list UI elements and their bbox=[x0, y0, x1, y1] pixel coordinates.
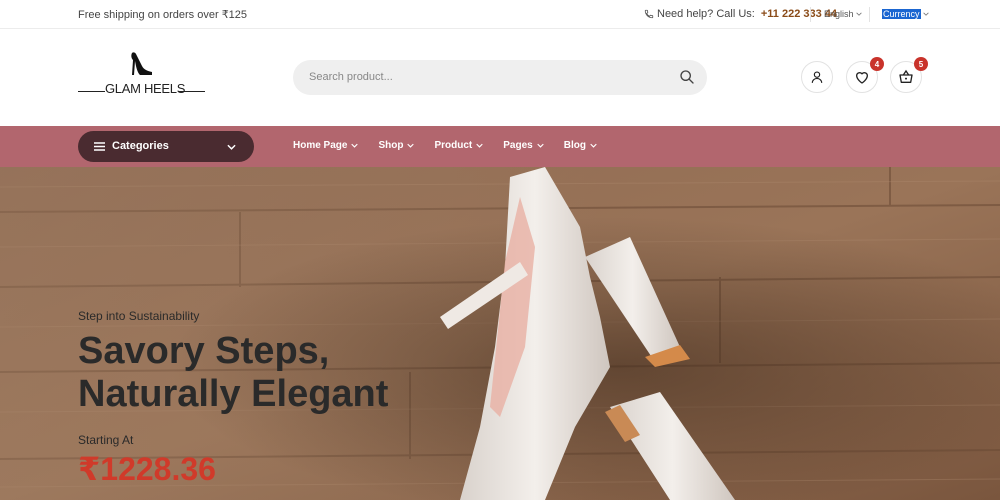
basket-icon bbox=[899, 69, 913, 83]
search-bar[interactable]: Search product... bbox=[293, 60, 707, 95]
nav-links: Home Page Shop Product Pages Blog bbox=[293, 140, 617, 151]
hero-kicker: Step into Sustainability bbox=[78, 309, 200, 323]
cart-button[interactable]: 5 bbox=[890, 57, 928, 93]
account-button[interactable] bbox=[801, 61, 833, 93]
wishlist-count-badge: 4 bbox=[870, 57, 884, 71]
categories-label: Categories bbox=[112, 140, 169, 152]
chevron-down-icon bbox=[855, 12, 862, 16]
chevron-down-icon bbox=[922, 12, 929, 16]
categories-button[interactable]: Categories bbox=[78, 131, 254, 162]
wishlist-button[interactable]: 4 bbox=[846, 57, 884, 93]
chevron-down-icon bbox=[590, 143, 597, 148]
nav-item-blog[interactable]: Blog bbox=[564, 140, 597, 151]
nav-item-shop[interactable]: Shop bbox=[378, 140, 415, 151]
nav-item-label: Product bbox=[434, 140, 473, 151]
nav-item-home-page[interactable]: Home Page bbox=[293, 140, 359, 151]
chevron-down-icon bbox=[537, 143, 544, 148]
help-text: Need help? Call Us: bbox=[657, 8, 755, 20]
starting-at-label: Starting At bbox=[78, 433, 134, 447]
nav-item-product[interactable]: Product bbox=[434, 140, 483, 151]
site-header: GLAM HEELS Search product... 4 5 bbox=[0, 29, 1000, 126]
nav-item-pages[interactable]: Pages bbox=[503, 140, 544, 151]
search-icon[interactable] bbox=[679, 69, 695, 85]
help-contact: Need help? Call Us: +11 222 333 44 bbox=[644, 8, 837, 20]
chevron-down-icon bbox=[227, 144, 236, 150]
divider bbox=[869, 7, 870, 22]
shipping-notice: Free shipping on orders over ₹125 bbox=[78, 9, 248, 21]
nav-item-label: Blog bbox=[563, 140, 586, 151]
top-bar: Free shipping on orders over ₹125 Need h… bbox=[0, 0, 1000, 29]
chevron-down-icon bbox=[476, 143, 483, 148]
language-label: English bbox=[824, 9, 854, 19]
hero-title-line: Naturally Elegant bbox=[78, 373, 389, 415]
currency-selector[interactable]: Currency bbox=[882, 9, 929, 19]
logo-text: GLAM HEELS bbox=[105, 81, 186, 96]
divider bbox=[810, 7, 811, 22]
menu-icon bbox=[94, 142, 105, 151]
hero-title: Savory Steps, Naturally Elegant bbox=[78, 330, 438, 416]
phone-icon bbox=[644, 9, 654, 19]
currency-label: Currency bbox=[882, 9, 921, 19]
logo[interactable]: GLAM HEELS bbox=[78, 51, 206, 101]
high-heel-logo-icon bbox=[131, 52, 152, 75]
logo-rule bbox=[178, 91, 205, 92]
nav-item-label: Shop bbox=[378, 140, 404, 151]
language-selector[interactable]: English bbox=[824, 9, 862, 19]
hero-banner: Step into Sustainability Savory Steps, N… bbox=[0, 167, 1000, 500]
nav-item-label: Pages bbox=[503, 140, 533, 151]
user-icon bbox=[811, 71, 823, 83]
hero-price: ₹1228.36 bbox=[78, 451, 216, 487]
hero-title-line: Savory Steps, bbox=[78, 330, 330, 372]
chevron-down-icon bbox=[407, 143, 415, 148]
heart-icon bbox=[856, 72, 868, 84]
main-nav: Categories Home Page Shop Product Pages … bbox=[0, 126, 1000, 167]
chevron-down-icon bbox=[351, 143, 359, 148]
logo-rule bbox=[78, 91, 105, 92]
cart-count-badge: 5 bbox=[914, 57, 928, 71]
nav-item-label: Home Page bbox=[293, 140, 348, 151]
search-input[interactable]: Search product... bbox=[309, 71, 393, 83]
